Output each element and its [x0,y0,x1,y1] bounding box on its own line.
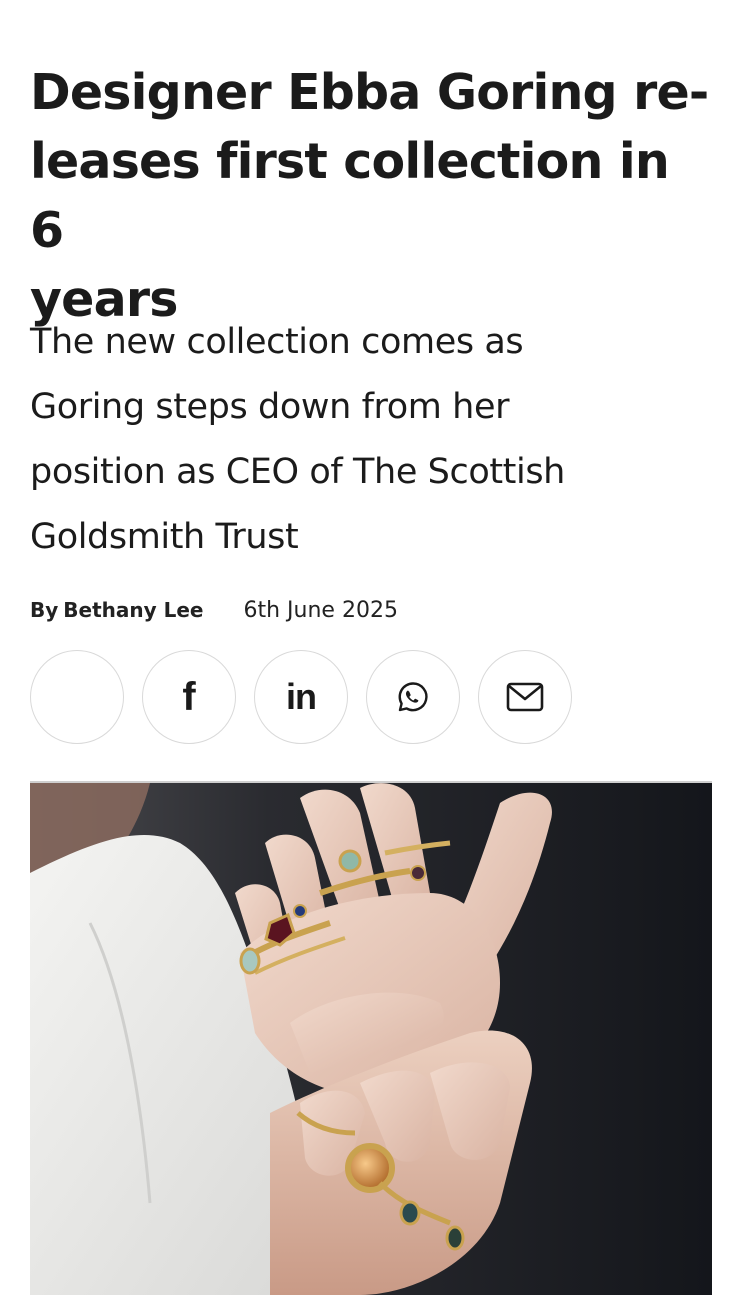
headline-line: Designer Ebba Goring re- [30,64,709,121]
headline-line: leases first collection in 6 [30,133,670,259]
share-linkedin-button[interactable]: in [254,650,348,744]
share-buttons: f in [30,650,572,744]
publish-date: 6th June 2025 [243,597,398,623]
hero-image [30,781,712,1295]
article-standfirst: The new collection comes as Goring steps… [30,310,690,570]
byline-row: By Bethany Lee 6th June 2025 [30,596,398,624]
facebook-icon: f [182,675,196,719]
standfirst-line: position as CEO of The Scottish [30,452,565,492]
whatsapp-icon [396,680,430,714]
article-headline: Designer Ebba Goring re- leases first co… [30,58,716,334]
byline-prefix: By [30,598,59,622]
standfirst-line: Goldsmith Trust [30,517,299,557]
byline: By Bethany Lee [30,598,204,622]
share-whatsapp-button[interactable] [366,650,460,744]
standfirst-line: The new collection comes as [30,322,524,362]
author-link[interactable]: Bethany Lee [63,598,203,622]
standfirst-line: Goring steps down from her [30,387,510,427]
share-facebook-button[interactable]: f [142,650,236,744]
share-email-button[interactable] [478,650,572,744]
hands-with-rings-photo [30,783,712,1295]
email-icon [506,682,544,712]
share-x-button[interactable] [30,650,124,744]
linkedin-icon: in [286,676,317,717]
